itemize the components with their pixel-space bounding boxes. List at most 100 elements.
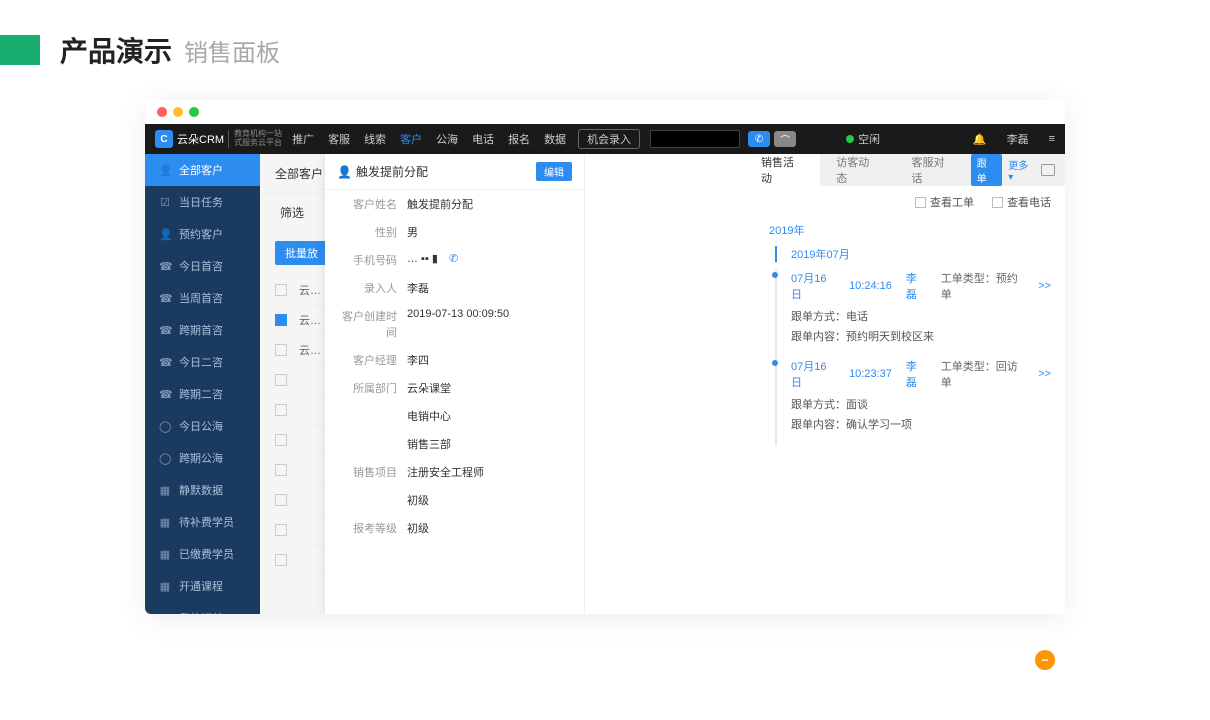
info-label: 性别 — [337, 224, 407, 240]
sidebar-icon: 👤 — [159, 228, 171, 241]
menu-icon[interactable]: ≡ — [1049, 133, 1055, 145]
sidebar-item-2[interactable]: 👤 预约客户 — [145, 218, 260, 250]
status-indicator[interactable]: 空闲 — [846, 131, 880, 147]
entry-line: 跟单方式：面谈 — [791, 394, 1051, 414]
sidebar-label: 待补费学员 — [179, 514, 234, 530]
sidebar-item-1[interactable]: ☑当日任务 — [145, 186, 260, 218]
info-row: 录入人李磊 — [325, 274, 584, 302]
maximize-icon[interactable] — [189, 107, 199, 117]
activity-tab-1[interactable]: 访客动态 — [820, 154, 895, 186]
activity-tab-0[interactable]: 销售活动 — [745, 154, 820, 186]
info-row: 手机号码… ▪▪ ▮ ✆ — [325, 246, 584, 274]
nav-item-3[interactable]: 客户 — [400, 131, 422, 147]
entry-line: 跟单方式：电话 — [791, 306, 1051, 326]
entry-line: 跟单内容：预约明天到校区来 — [791, 326, 1051, 346]
activity-tab-2[interactable]: 客服对话 — [895, 154, 970, 186]
sidebar-icon: ☎ — [159, 388, 171, 401]
sidebar-item-10[interactable]: ▦静默数据 — [145, 474, 260, 506]
year-label: 2019年 — [769, 222, 1051, 238]
phone-icon[interactable]: ✆ — [446, 253, 458, 265]
timeline: 2019年 2019年07月 07月16日10:24:16李磊工单类型：预约单>… — [745, 222, 1065, 446]
info-value: 男 — [407, 224, 572, 240]
info-header: 👤 触发提前分配 编辑 — [325, 154, 584, 190]
sidebar-icon: ☎ — [159, 324, 171, 337]
info-value: 2019-07-13 00:09:50 — [407, 308, 572, 340]
info-value: 李四 — [407, 352, 572, 368]
row-checkbox[interactable] — [275, 524, 287, 536]
sidebar-item-3[interactable]: ☎今日首咨 — [145, 250, 260, 282]
topnav-right: 🔔 李磊 ≡ — [973, 131, 1055, 147]
opportunity-button[interactable]: 机会录入 — [578, 129, 640, 149]
sidebar-item-4[interactable]: ☎当周首咨 — [145, 282, 260, 314]
slide-subtitle: 销售面板 — [184, 33, 280, 68]
sidebar-item-11[interactable]: ▦待补费学员 — [145, 506, 260, 538]
sidebar-item-5[interactable]: ☎跨期首咨 — [145, 314, 260, 346]
info-fields: 客户姓名触发提前分配性别男手机号码… ▪▪ ▮ ✆录入人李磊客户创建时间2019… — [325, 190, 584, 542]
sidebar-item-14[interactable]: ▦我的订单 — [145, 602, 260, 614]
sidebar-item-0[interactable]: 👤全部客户 — [145, 154, 260, 186]
logo-icon: C — [155, 130, 173, 148]
nav-item-0[interactable]: 推广 — [292, 131, 314, 147]
activity-panel: 销售活动访客动态客服对话 跟单 更多 ▾ 查看工单查看电话 2019年 2019… — [745, 154, 1065, 614]
detail-panel: 👤 触发提前分配 编辑 客户姓名触发提前分配性别男手机号码… ▪▪ ▮ ✆录入人… — [325, 154, 745, 614]
info-value: … ▪▪ ▮ ✆ — [407, 252, 572, 268]
close-icon[interactable] — [157, 107, 167, 117]
info-value: 注册安全工程师 — [407, 464, 572, 480]
follow-tag[interactable]: 跟单 — [971, 154, 1003, 186]
expand-icon[interactable] — [1041, 164, 1055, 176]
top-nav: C 云朵CRM 教育机构一站 式服务云平台 推广客服线索客户公海电话报名数据 机… — [145, 124, 1065, 154]
row-checkbox[interactable] — [275, 314, 287, 326]
sidebar-item-9[interactable]: ◯跨期公海 — [145, 442, 260, 474]
row-checkbox[interactable] — [275, 284, 287, 296]
bell-icon[interactable]: 🔔 — [973, 133, 987, 146]
nav-item-5[interactable]: 电话 — [472, 131, 494, 147]
hangup-button[interactable]: ⌒ — [774, 131, 796, 147]
info-row: 客户经理李四 — [325, 346, 584, 374]
app-body: 👤全部客户☑当日任务👤预约客户☎今日首咨☎当周首咨☎跨期首咨☎今日二咨☎跨期二咨… — [145, 154, 1065, 614]
nav-item-6[interactable]: 报名 — [508, 131, 530, 147]
minimize-icon[interactable] — [173, 107, 183, 117]
logo: C 云朵CRM 教育机构一站 式服务云平台 — [155, 130, 282, 148]
filter-checkbox[interactable]: 查看电话 — [992, 194, 1051, 210]
sidebar-label: 预约客户 — [179, 226, 223, 242]
timeline-entry: 07月16日10:23:37李磊工单类型：回访单>>跟单方式：面谈跟单内容：确认… — [775, 358, 1051, 446]
sidebar-label: 跨期二咨 — [179, 386, 223, 402]
bulk-action-button[interactable]: 批量放 — [275, 241, 328, 265]
info-value: 云朵课堂 — [407, 380, 572, 396]
entry-user: 李磊 — [906, 358, 927, 390]
expand-arrow-icon[interactable]: >> — [1038, 368, 1051, 380]
entry-time: 10:24:16 — [849, 280, 892, 292]
row-checkbox[interactable] — [275, 404, 287, 416]
entry-head: 07月16日10:24:16李磊工单类型：预约单>> — [791, 270, 1051, 302]
nav-item-1[interactable]: 客服 — [328, 131, 350, 147]
sidebar-label: 当周首咨 — [179, 290, 223, 306]
row-checkbox[interactable] — [275, 554, 287, 566]
sidebar-item-7[interactable]: ☎ 跨期二咨 — [145, 378, 260, 410]
nav-item-2[interactable]: 线索 — [364, 131, 386, 147]
sidebar-label: 今日公海 — [179, 418, 223, 434]
row-checkbox[interactable] — [275, 434, 287, 446]
edit-button[interactable]: 编辑 — [536, 162, 572, 181]
row-checkbox[interactable] — [275, 464, 287, 476]
row-checkbox[interactable] — [275, 344, 287, 356]
sidebar-icon: ▦ — [159, 484, 171, 497]
row-checkbox[interactable] — [275, 494, 287, 506]
user-name[interactable]: 李磊 — [1007, 131, 1029, 147]
sidebar-item-6[interactable]: ☎今日二咨 — [145, 346, 260, 378]
fab-button[interactable]: − — [1035, 650, 1055, 670]
filter-checkbox[interactable]: 查看工单 — [915, 194, 974, 210]
info-label: 客户创建时间 — [337, 308, 407, 340]
row-checkbox[interactable] — [275, 374, 287, 386]
search-input[interactable] — [650, 130, 740, 148]
nav-item-4[interactable]: 公海 — [436, 131, 458, 147]
nav-item-7[interactable]: 数据 — [544, 131, 566, 147]
call-button[interactable]: ✆ — [748, 131, 770, 147]
sidebar-item-12[interactable]: ▦已缴费学员 — [145, 538, 260, 570]
sidebar-item-13[interactable]: ▦开通课程 — [145, 570, 260, 602]
sidebar-icon: ☑ — [159, 196, 171, 209]
sidebar-item-8[interactable]: ◯今日公海 — [145, 410, 260, 442]
window-controls — [145, 100, 1065, 124]
more-link[interactable]: 更多 ▾ — [1008, 157, 1035, 183]
info-value: 李磊 — [407, 280, 572, 296]
expand-arrow-icon[interactable]: >> — [1038, 280, 1051, 292]
